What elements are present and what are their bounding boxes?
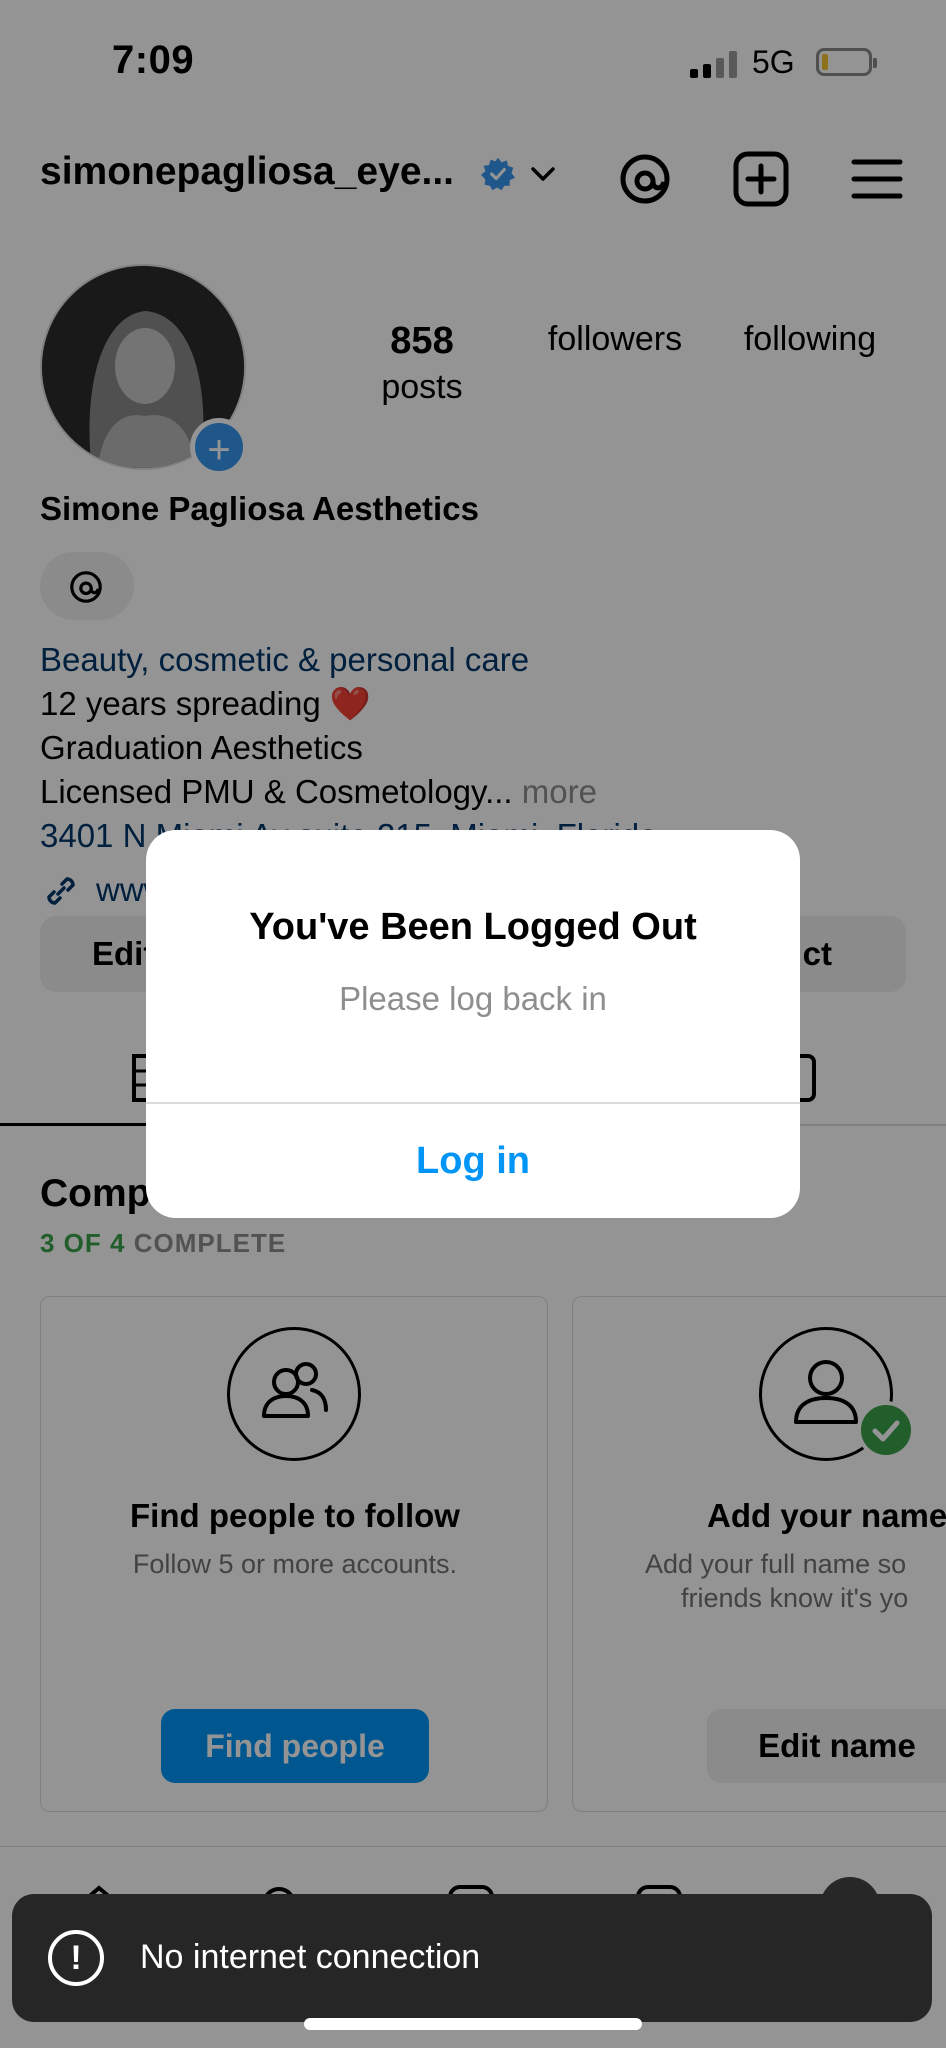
dialog-title: You've Been Logged Out: [249, 906, 697, 948]
toast-message: No internet connection: [140, 1938, 481, 1976]
logged-out-dialog: You've Been Logged Out Please log back i…: [146, 830, 800, 1218]
no-connection-toast: ! No internet connection: [12, 1894, 932, 2022]
alert-icon: !: [48, 1930, 104, 1986]
dialog-message: Please log back in: [339, 980, 607, 1017]
log-in-button[interactable]: Log in: [146, 1104, 800, 1218]
home-indicator[interactable]: [304, 2018, 642, 2030]
